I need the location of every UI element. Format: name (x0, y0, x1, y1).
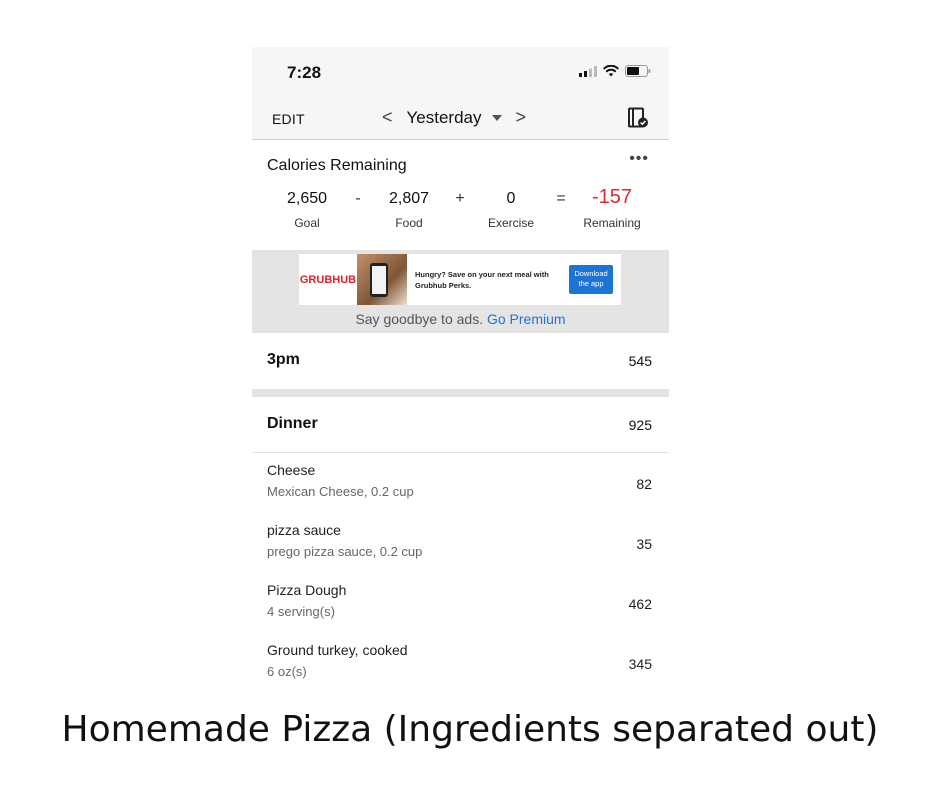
food-description: prego pizza sauce, 0.2 cup (267, 544, 423, 559)
remaining-value: -157 Remaining (567, 186, 657, 230)
remaining-number: -157 (591, 186, 633, 208)
go-premium-link[interactable]: Go Premium (487, 311, 566, 327)
battery-icon (625, 65, 651, 77)
goal-number: 2,650 (286, 190, 328, 207)
ad-download-button[interactable]: Download the app (569, 265, 613, 294)
goal-label: Goal (294, 216, 320, 230)
calories-remaining-panel: Calories Remaining ••• 2,650 Goal - 2,80… (252, 140, 669, 250)
wifi-icon (603, 65, 619, 77)
plus-operator: + (455, 190, 465, 207)
food-calories: 82 (636, 476, 652, 492)
remaining-label: Remaining (583, 216, 641, 230)
status-bar: 7:28 (252, 47, 669, 97)
calories-title: Calories Remaining (267, 157, 407, 174)
food-description: Mexican Cheese, 0.2 cup (267, 484, 414, 499)
meal-header-3pm[interactable]: 3pm 545 (252, 333, 669, 389)
edit-button[interactable]: EDIT (272, 111, 305, 127)
image-caption: Homemade Pizza (Ingredients separated ou… (61, 709, 879, 750)
next-day-button[interactable]: > (516, 107, 527, 128)
food-calories: 35 (636, 536, 652, 552)
food-item[interactable]: Pizza Dough 4 serving(s) 462 (252, 573, 669, 633)
minus-operator: - (355, 190, 361, 207)
signal-icon (579, 65, 597, 77)
food-name: Pizza Dough (267, 582, 347, 598)
meal-header-dinner[interactable]: Dinner 925 (252, 397, 669, 453)
food-calories: 345 (628, 656, 652, 672)
ad-text: Hungry? Save on your next meal with Grub… (415, 269, 549, 290)
status-time: 7:28 (287, 63, 322, 82)
food-item[interactable]: Ground turkey, cooked 6 oz(s) 345 (252, 633, 669, 690)
diary-check-icon[interactable] (627, 107, 649, 134)
ad-banner[interactable]: GRUBHUB Hungry? Save on your next meal w… (299, 254, 621, 305)
food-label: Food (395, 216, 423, 230)
exercise-label: Exercise (487, 216, 534, 230)
grubhub-logo: GRUBHUB (299, 273, 357, 286)
food-number: 2,807 (388, 190, 430, 207)
calories-equation: 2,650 Goal - 2,807 Food + 0 Exercise = -… (252, 186, 669, 240)
exercise-number: 0 (506, 190, 516, 207)
date-dropdown[interactable]: Yesterday (407, 108, 502, 128)
food-name: Ground turkey, cooked (267, 642, 408, 658)
prev-day-button[interactable]: < (382, 107, 393, 128)
food-description: 4 serving(s) (267, 604, 335, 619)
food-description: 6 oz(s) (267, 664, 307, 679)
date-picker: < Yesterday > (382, 107, 526, 128)
more-options-icon[interactable]: ••• (629, 150, 649, 168)
food-name: Cheese (267, 462, 316, 478)
section-divider (252, 389, 669, 397)
status-icons (579, 65, 651, 77)
meal-calories: 925 (628, 417, 652, 433)
food-calories: 462 (628, 596, 652, 612)
diary-navbar: EDIT < Yesterday > (252, 97, 669, 140)
meal-name: Dinner (267, 415, 318, 432)
ad-footer: Say goodbye to ads. Go Premium (252, 311, 669, 327)
food-item[interactable]: pizza sauce prego pizza sauce, 0.2 cup 3… (252, 513, 669, 573)
goal-value: 2,650 Goal (262, 190, 352, 230)
exercise-value: 0 Exercise (466, 190, 556, 230)
food-item[interactable]: Cheese Mexican Cheese, 0.2 cup 82 (252, 453, 669, 513)
phone-screen: 7:28 EDIT < Yesterday > Calories Remaini… (252, 47, 669, 690)
food-name: pizza sauce (267, 522, 341, 538)
ad-image (357, 254, 407, 305)
ad-footer-text: Say goodbye to ads. (355, 311, 484, 327)
meal-name: 3pm (267, 351, 300, 368)
meal-calories: 545 (628, 353, 652, 369)
date-label: Yesterday (406, 107, 482, 127)
equals-operator: = (556, 190, 566, 207)
food-value: 2,807 Food (364, 190, 454, 230)
ad-section: GRUBHUB Hungry? Save on your next meal w… (252, 250, 669, 333)
chevron-down-icon (491, 114, 502, 121)
